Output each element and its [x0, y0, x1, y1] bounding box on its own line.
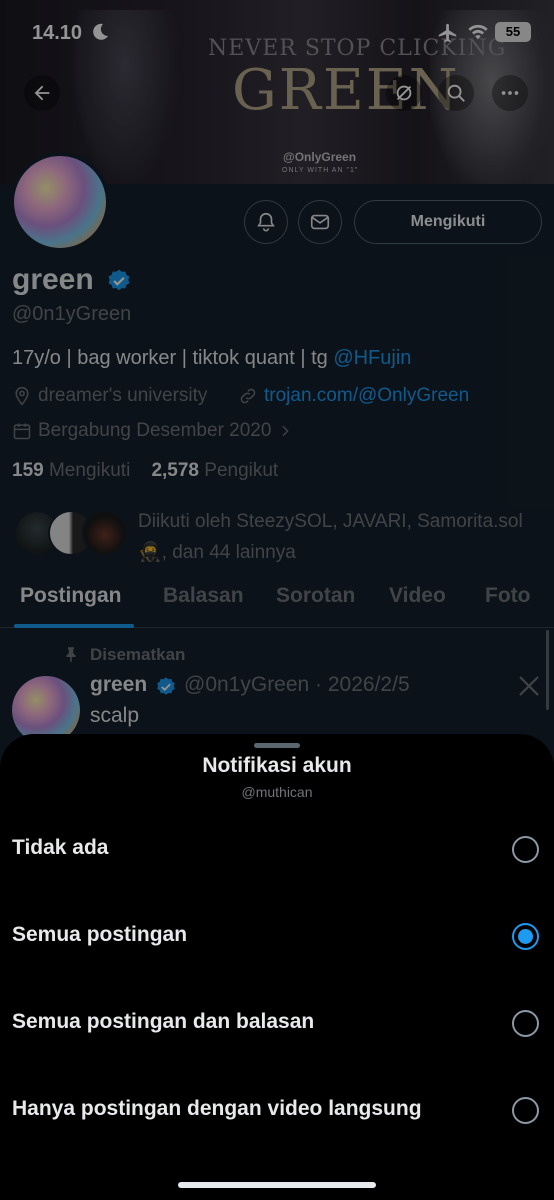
account-notifications-sheet: Notifikasi akun @muthican Tidak ada Semu… [0, 734, 554, 1200]
radio-button-selected[interactable] [512, 923, 539, 950]
option-all-posts[interactable]: Semua postingan [0, 907, 554, 967]
option-none[interactable]: Tidak ada [0, 820, 554, 880]
sheet-title: Notifikasi akun [202, 754, 352, 777]
option-label: Tidak ada [12, 836, 109, 859]
sheet-subtitle: @muthican [241, 784, 313, 800]
home-indicator[interactable] [178, 1182, 376, 1188]
option-label: Hanya postingan dengan video langsung [12, 1097, 422, 1120]
option-posts-and-replies[interactable]: Semua postingan dan balasan [0, 994, 554, 1054]
option-label: Semua postingan [12, 923, 188, 946]
radio-button[interactable] [512, 1097, 539, 1124]
radio-button[interactable] [512, 1010, 539, 1037]
option-live-video-only[interactable]: Hanya postingan dengan video langsung [0, 1081, 554, 1141]
sheet-drag-handle[interactable] [254, 743, 300, 748]
option-label: Semua postingan dan balasan [12, 1010, 315, 1033]
radio-button[interactable] [512, 836, 539, 863]
